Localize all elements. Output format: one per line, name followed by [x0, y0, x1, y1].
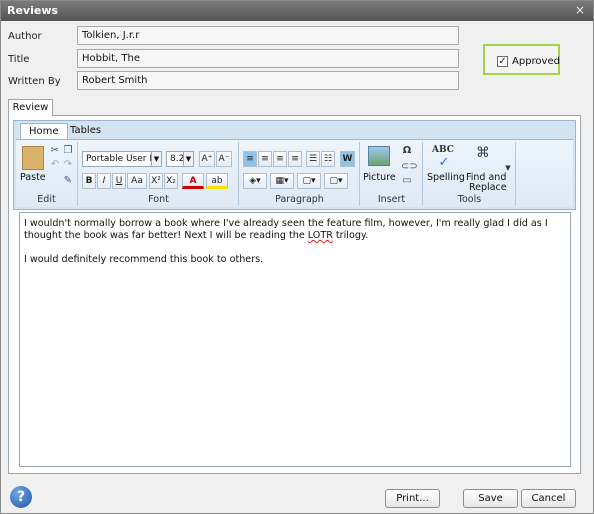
picture-label[interactable]: Picture [363, 172, 396, 183]
align-center-icon[interactable]: ≡ [258, 151, 272, 167]
insert-group-title: Insert [377, 194, 406, 205]
written-by-field[interactable]: Robert Smith [77, 71, 459, 90]
change-case-button[interactable]: Aa [127, 173, 147, 189]
tab-review[interactable]: Review [8, 99, 53, 116]
checkmark-icon: ✓ [438, 155, 450, 170]
find-replace-label-2[interactable]: Replace [469, 182, 507, 193]
help-icon[interactable]: ? [10, 486, 32, 508]
tools-group-title: Tools [457, 194, 482, 205]
insert-group: Picture Ω ⊂⊃ ▭ Insert [361, 142, 423, 206]
cancel-button[interactable]: Cancel [521, 489, 576, 508]
grow-font-button[interactable]: A⁺ [199, 151, 215, 167]
bookmark-icon[interactable]: ▭ [401, 175, 413, 186]
spelling-label[interactable]: Spelling [427, 172, 465, 183]
spacing-icon[interactable]: ▢▾ [324, 173, 348, 189]
indent-icon[interactable]: ▢▾ [297, 173, 321, 189]
dialog-title: Reviews [7, 4, 59, 17]
ribbon-tab-tables[interactable]: Tables [62, 123, 109, 139]
save-button[interactable]: Save [463, 489, 518, 508]
bold-button[interactable]: B [82, 173, 96, 189]
paragraph-text: I wouldn't normally borrow a book where … [24, 218, 548, 241]
spelling-icon[interactable]: ABC [430, 145, 456, 155]
ribbon: Home Tables Paste ✂ ❐ ↶ ↷ ✎ Edit Portabl… [13, 120, 576, 210]
tools-group: ABC ✓ Spelling ⌘ Find and Replace ▼ Tool… [424, 142, 516, 206]
cut-icon[interactable]: ✂ [50, 145, 60, 156]
font-color-button[interactable]: A [182, 173, 204, 189]
approved-highlight: ✓ Approved [483, 44, 560, 75]
wrap-button[interactable]: W [340, 151, 355, 167]
chevron-down-icon: ▼ [183, 152, 193, 166]
font-group: Portable User Ir ▼ 8.2 ▼ A⁺ A⁻ B I U Aa … [79, 142, 239, 206]
align-right-icon[interactable]: ≡ [273, 151, 287, 167]
title-label: Title [8, 54, 30, 65]
numbered-list-icon[interactable]: ☷ [321, 151, 335, 167]
misspelled-word: LOTR [307, 230, 333, 241]
shrink-font-button[interactable]: A⁻ [216, 151, 232, 167]
paragraph-group-title: Paragraph [275, 194, 324, 205]
author-field[interactable]: Tolkien, J.r.r [77, 26, 459, 45]
shading-icon[interactable]: ◈▾ [243, 173, 267, 189]
subscript-button[interactable]: X₂ [164, 173, 178, 189]
paragraph-text: trilogy. [332, 230, 369, 241]
font-group-title: Font [148, 194, 169, 205]
editor-paragraph-1: I wouldn't normally borrow a book where … [24, 218, 566, 242]
ribbon-body: Paste ✂ ❐ ↶ ↷ ✎ Edit Portable User Ir ▼ … [16, 139, 573, 207]
review-editor[interactable]: I wouldn't normally borrow a book where … [19, 212, 571, 467]
chevron-down-icon[interactable]: ▼ [504, 164, 512, 172]
paragraph-group: ≡ ≡ ≡ ≡ ☰ ☷ W ◈▾ ▦▾ ▢▾ ▢▾ Paragraph [240, 142, 360, 206]
symbol-icon[interactable]: Ω [399, 145, 415, 156]
undo-icon[interactable]: ↶ [50, 159, 60, 170]
ribbon-tab-home[interactable]: Home [20, 123, 68, 139]
format-painter-icon[interactable]: ✎ [62, 175, 74, 186]
edit-group-title: Edit [37, 194, 56, 205]
chevron-down-icon: ▼ [151, 152, 161, 166]
borders-icon[interactable]: ▦▾ [270, 173, 294, 189]
paste-label[interactable]: Paste [20, 172, 46, 183]
edit-group: Paste ✂ ❐ ↶ ↷ ✎ Edit [16, 142, 78, 206]
align-left-icon[interactable]: ≡ [243, 151, 257, 167]
binoculars-icon[interactable]: ⌘ [472, 145, 494, 161]
approved-label[interactable]: Approved [512, 56, 560, 67]
paste-icon[interactable] [22, 146, 44, 170]
title-bar: Reviews × [1, 1, 593, 21]
font-size-select[interactable]: 8.2 ▼ [166, 151, 194, 167]
editor-paragraph-2: I would definitely recommend this book t… [24, 254, 264, 265]
print-button[interactable]: Print... [385, 489, 440, 508]
close-icon[interactable]: × [575, 3, 585, 17]
font-family-select[interactable]: Portable User Ir ▼ [82, 151, 162, 167]
approved-checkbox[interactable]: ✓ [497, 56, 508, 67]
author-label: Author [8, 31, 42, 42]
justify-icon[interactable]: ≡ [288, 151, 302, 167]
superscript-button[interactable]: X² [149, 173, 163, 189]
written-by-label: Written By [8, 76, 61, 87]
hyperlink-icon[interactable]: ⊂⊃ [401, 161, 418, 172]
italic-button[interactable]: I [97, 173, 111, 189]
highlight-button[interactable]: ab [206, 173, 228, 189]
title-field[interactable]: Hobbit, The [77, 49, 459, 68]
underline-button[interactable]: U [112, 173, 126, 189]
reviews-dialog: Reviews × Author Tolkien, J.r.r Title Ho… [0, 0, 594, 514]
copy-icon[interactable]: ❐ [63, 145, 73, 156]
redo-icon[interactable]: ↷ [63, 159, 73, 170]
bullet-list-icon[interactable]: ☰ [306, 151, 320, 167]
picture-icon[interactable] [368, 146, 390, 166]
font-family-value: Portable User Ir [86, 154, 156, 164]
